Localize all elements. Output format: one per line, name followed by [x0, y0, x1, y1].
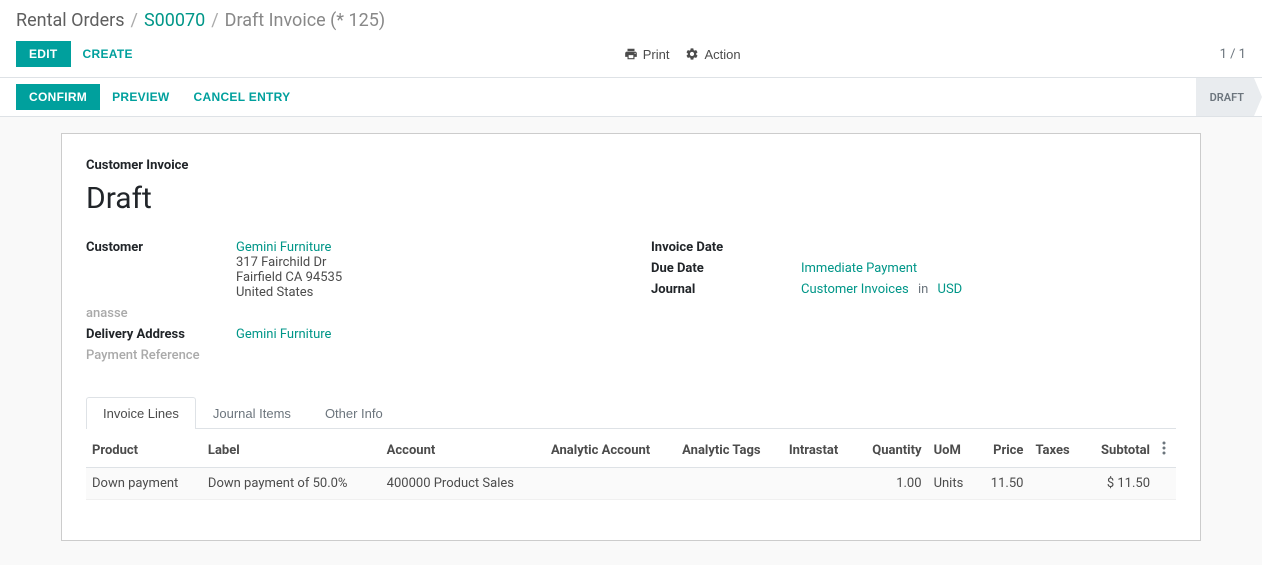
breadcrumb-sep: /: [211, 10, 218, 31]
action-button[interactable]: Action: [685, 47, 740, 62]
breadcrumb-sep: /: [131, 10, 138, 31]
right-column: Invoice Date Due Date Immediate Payment …: [651, 240, 1176, 369]
th-account[interactable]: Account: [381, 433, 545, 468]
form-sheet: Customer Invoice Draft Customer Gemini F…: [61, 133, 1201, 541]
print-button[interactable]: Print: [624, 47, 670, 62]
breadcrumb: Rental Orders / S00070 / Draft Invoice (…: [0, 0, 1262, 35]
th-uom[interactable]: UoM: [928, 433, 977, 468]
journal-currency-link[interactable]: USD: [938, 282, 963, 297]
cell-quantity: 1.00: [855, 468, 927, 500]
journal-value: Customer Invoices in USD: [801, 282, 962, 297]
breadcrumb-order[interactable]: S00070: [144, 10, 205, 31]
tab-journal-items[interactable]: Journal Items: [196, 397, 308, 429]
cell-subtotal: $ 11.50: [1084, 468, 1156, 500]
kebab-icon: [1162, 441, 1166, 455]
tabs: Invoice Lines Journal Items Other Info: [86, 397, 1176, 429]
cell-price: 11.50: [977, 468, 1030, 500]
delivery-link[interactable]: Gemini Furniture: [236, 327, 331, 342]
status-stages: DRAFT: [1196, 78, 1262, 116]
pager[interactable]: 1 / 1: [1220, 47, 1246, 62]
th-subtotal[interactable]: Subtotal: [1084, 433, 1156, 468]
cell-intrastat: [783, 468, 855, 500]
cell-options: [1156, 468, 1176, 500]
create-button[interactable]: CREATE: [71, 42, 145, 66]
tab-invoice-lines[interactable]: Invoice Lines: [86, 397, 196, 429]
field-delivery: Delivery Address Gemini Furniture: [86, 327, 611, 342]
cell-taxes: [1029, 468, 1084, 500]
customer-value: Gemini Furniture 317 Fairchild Dr Fairfi…: [236, 240, 342, 300]
cell-label: Down payment of 50.0%: [202, 468, 381, 500]
due-date-link[interactable]: Immediate Payment: [801, 261, 917, 276]
cell-analytic-account: [545, 468, 676, 500]
customer-addr1: 317 Fairchild Dr: [236, 255, 342, 270]
customer-link[interactable]: Gemini Furniture: [236, 240, 342, 255]
action-label: Action: [704, 47, 740, 62]
preview-button[interactable]: PREVIEW: [100, 85, 181, 109]
field-customer: Customer Gemini Furniture 317 Fairchild …: [86, 240, 611, 300]
journal-label: Journal: [651, 282, 801, 297]
edit-button[interactable]: EDIT: [16, 41, 71, 67]
field-invoice-date: Invoice Date: [651, 240, 1176, 255]
table-row[interactable]: Down payment Down payment of 50.0% 40000…: [86, 468, 1176, 500]
print-label: Print: [643, 47, 670, 62]
cell-uom: Units: [928, 468, 977, 500]
field-journal: Journal Customer Invoices in USD: [651, 282, 1176, 297]
cell-account: 400000 Product Sales: [381, 468, 545, 500]
invoice-lines-table: Product Label Account Analytic Account A…: [86, 433, 1176, 500]
print-icon: [624, 47, 638, 61]
th-product[interactable]: Product: [86, 433, 202, 468]
sheet-wrap: Customer Invoice Draft Customer Gemini F…: [0, 117, 1262, 541]
cell-analytic-tags: [676, 468, 783, 500]
confirm-button[interactable]: CONFIRM: [16, 84, 100, 110]
control-bar: EDIT CREATE Print Action 1 / 1: [0, 35, 1262, 78]
th-quantity[interactable]: Quantity: [855, 433, 927, 468]
cell-product: Down payment: [86, 468, 202, 500]
field-due-date: Due Date Immediate Payment: [651, 261, 1176, 276]
left-column: Customer Gemini Furniture 317 Fairchild …: [86, 240, 611, 369]
delivery-value: Gemini Furniture: [236, 327, 331, 342]
th-options[interactable]: [1156, 433, 1176, 468]
breadcrumb-current: Draft Invoice (* 125): [225, 10, 385, 31]
breadcrumb-root[interactable]: Rental Orders: [16, 10, 125, 31]
status-badge-draft[interactable]: DRAFT: [1196, 78, 1262, 116]
th-intrastat[interactable]: Intrastat: [783, 433, 855, 468]
tab-other-info[interactable]: Other Info: [308, 397, 400, 429]
gear-icon: [685, 47, 699, 61]
th-label[interactable]: Label: [202, 433, 381, 468]
customer-addr3: United States: [236, 285, 342, 300]
th-taxes[interactable]: Taxes: [1029, 433, 1084, 468]
journal-link[interactable]: Customer Invoices: [801, 282, 909, 297]
due-date-value: Immediate Payment: [801, 261, 917, 276]
table-header-row: Product Label Account Analytic Account A…: [86, 433, 1176, 468]
th-analytic-account[interactable]: Analytic Account: [545, 433, 676, 468]
invoice-date-label: Invoice Date: [651, 240, 801, 255]
delivery-label: Delivery Address: [86, 327, 236, 342]
th-analytic-tags[interactable]: Analytic Tags: [676, 433, 783, 468]
cancel-entry-button[interactable]: CANCEL ENTRY: [182, 85, 303, 109]
field-anasse: anasse: [86, 306, 611, 321]
anasse-label: anasse: [86, 306, 236, 321]
center-actions: Print Action: [145, 47, 1220, 62]
due-date-label: Due Date: [651, 261, 801, 276]
journal-in: in: [918, 282, 928, 297]
payref-label: Payment Reference: [86, 348, 236, 363]
doc-type-label: Customer Invoice: [86, 158, 1176, 173]
th-price[interactable]: Price: [977, 433, 1030, 468]
status-bar: CONFIRM PREVIEW CANCEL ENTRY DRAFT: [0, 78, 1262, 117]
customer-label: Customer: [86, 240, 236, 255]
customer-addr2: Fairfield CA 94535: [236, 270, 342, 285]
page-title: Draft: [86, 181, 1176, 216]
form-columns: Customer Gemini Furniture 317 Fairchild …: [86, 240, 1176, 369]
field-payment-reference: Payment Reference: [86, 348, 611, 363]
